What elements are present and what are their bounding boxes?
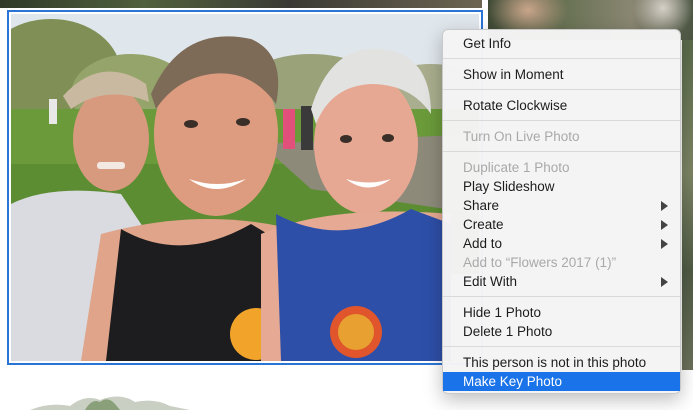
chevron-right-icon <box>661 220 668 230</box>
context-menu: Get Info Show in Moment Rotate Clockwise… <box>442 29 681 394</box>
menu-item-add-to-album: Add to “Flowers 2017 (1)” <box>463 255 617 270</box>
menu-separator <box>443 151 680 152</box>
menu-item-edit-with[interactable]: Edit With <box>443 272 680 291</box>
menu-item-share-label: Share <box>463 198 500 213</box>
menu-item-show-in-moment[interactable]: Show in Moment <box>443 65 680 84</box>
selected-photo[interactable] <box>7 10 483 365</box>
menu-item-create-label: Create <box>463 217 504 232</box>
menu-item-play-slideshow[interactable]: Play Slideshow <box>443 177 680 196</box>
photos-grid: Get Info Show in Moment Rotate Clockwise… <box>0 0 693 410</box>
chevron-right-icon <box>661 277 668 287</box>
menu-item-person-not-in-photo[interactable]: This person is not in this photo <box>443 353 680 372</box>
menu-item-add-to-label: Add to <box>463 236 503 251</box>
chevron-right-icon <box>661 239 668 249</box>
menu-item-create[interactable]: Create <box>443 215 680 234</box>
menu-item-edit-with-label: Edit With <box>463 274 518 289</box>
photo-thumbnail-above[interactable] <box>0 0 482 8</box>
menu-item-rotate-clockwise[interactable]: Rotate Clockwise <box>443 96 680 115</box>
menu-separator <box>443 120 680 121</box>
menu-item-hide-photo[interactable]: Hide 1 Photo <box>443 303 680 322</box>
menu-separator <box>443 58 680 59</box>
menu-separator <box>443 89 680 90</box>
menu-item-add-to[interactable]: Add to <box>443 234 680 253</box>
chevron-right-icon <box>661 201 668 211</box>
menu-item-get-info[interactable]: Get Info <box>443 34 680 53</box>
menu-item-duplicate-photo: Duplicate 1 Photo <box>463 160 570 175</box>
menu-item-share[interactable]: Share <box>443 196 680 215</box>
menu-item-make-key-photo[interactable]: Make Key Photo <box>443 372 680 391</box>
photo-thumbnail-below[interactable] <box>30 392 190 410</box>
menu-separator <box>443 296 680 297</box>
menu-item-delete-photo[interactable]: Delete 1 Photo <box>443 322 680 341</box>
photo-thumbnail-right[interactable] <box>682 40 693 370</box>
photo-image <box>11 14 479 361</box>
menu-item-turn-on-live-photo: Turn On Live Photo <box>463 129 580 144</box>
menu-separator <box>443 346 680 347</box>
